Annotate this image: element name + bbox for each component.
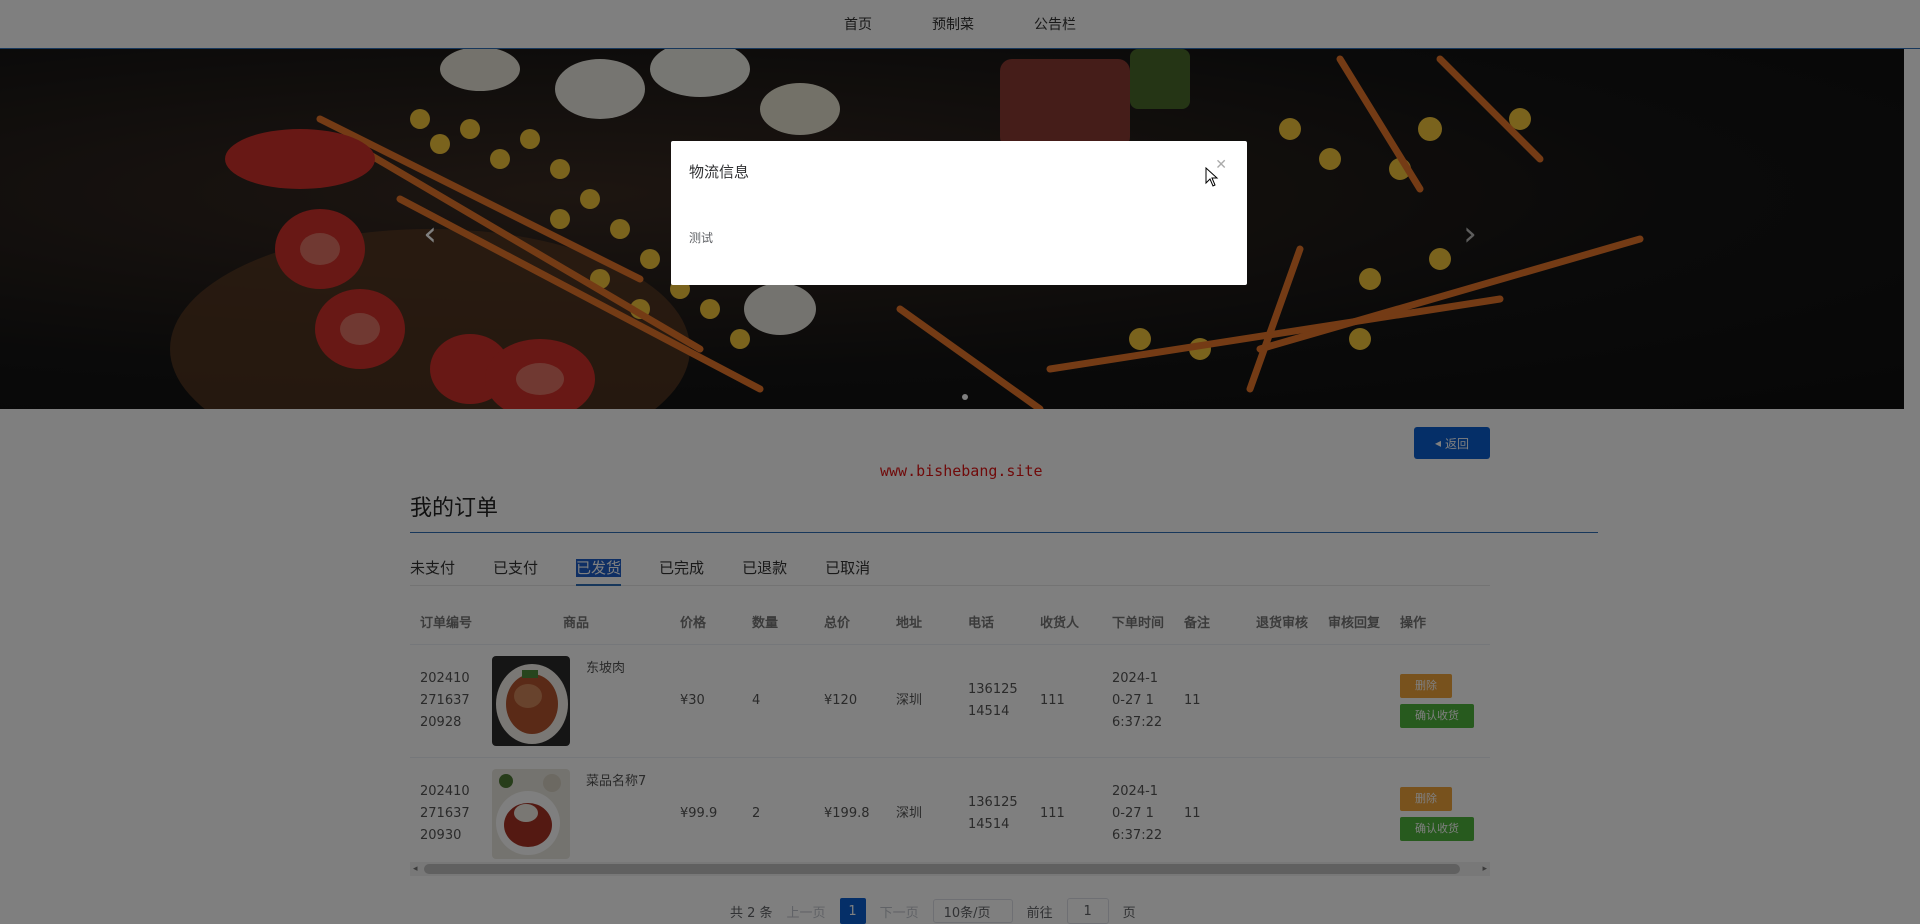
- mouse-cursor-icon: [1205, 167, 1219, 187]
- modal-overlay[interactable]: [0, 0, 1920, 924]
- logistics-info-dialog: 物流信息 ✕ 测试: [671, 141, 1247, 285]
- dialog-title: 物流信息: [689, 163, 750, 181]
- dialog-body-text: 测试: [689, 231, 714, 245]
